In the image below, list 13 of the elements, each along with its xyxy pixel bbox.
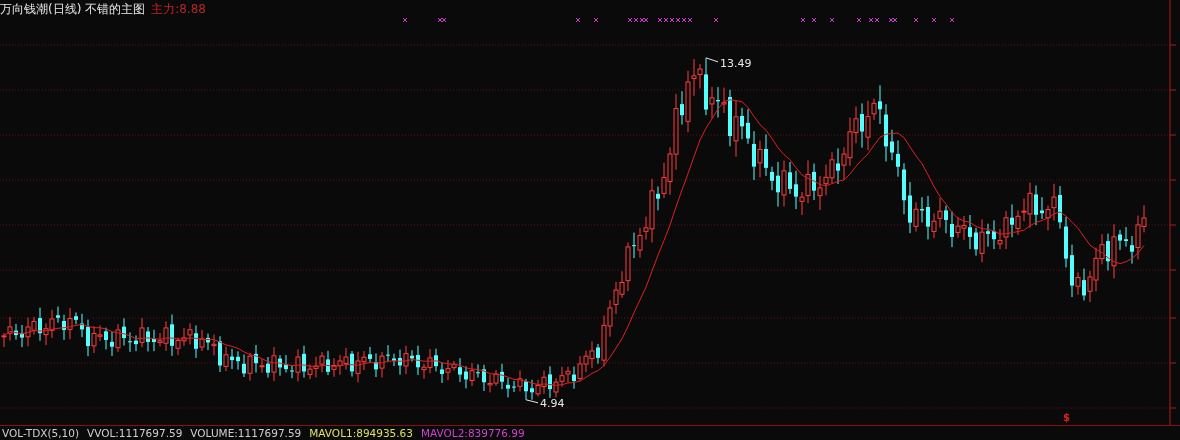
leader-line xyxy=(705,57,719,63)
chart-title: 万向钱潮(日线) 不错的主图 xyxy=(0,1,146,18)
volume-legend-text: VOL-TDX(5,10) xyxy=(2,427,80,439)
indicator-label: 主力: xyxy=(151,1,180,18)
indicator-value: 8.88 xyxy=(179,2,206,16)
leader-line xyxy=(525,399,539,404)
volume-legend-text: VVOL:1117697.59 xyxy=(87,427,183,439)
high-price-label: 13.49 xyxy=(720,56,752,70)
low-price-label: 4.94 xyxy=(540,396,565,410)
volume-legend-text: MAVOL1:894935.63 xyxy=(309,427,413,439)
volume-legend-text: VOLUME:1117697.59 xyxy=(190,427,302,439)
volume-legend-text: MAVOL2:839776.99 xyxy=(421,427,525,439)
signal-mark: $ xyxy=(1063,412,1070,423)
